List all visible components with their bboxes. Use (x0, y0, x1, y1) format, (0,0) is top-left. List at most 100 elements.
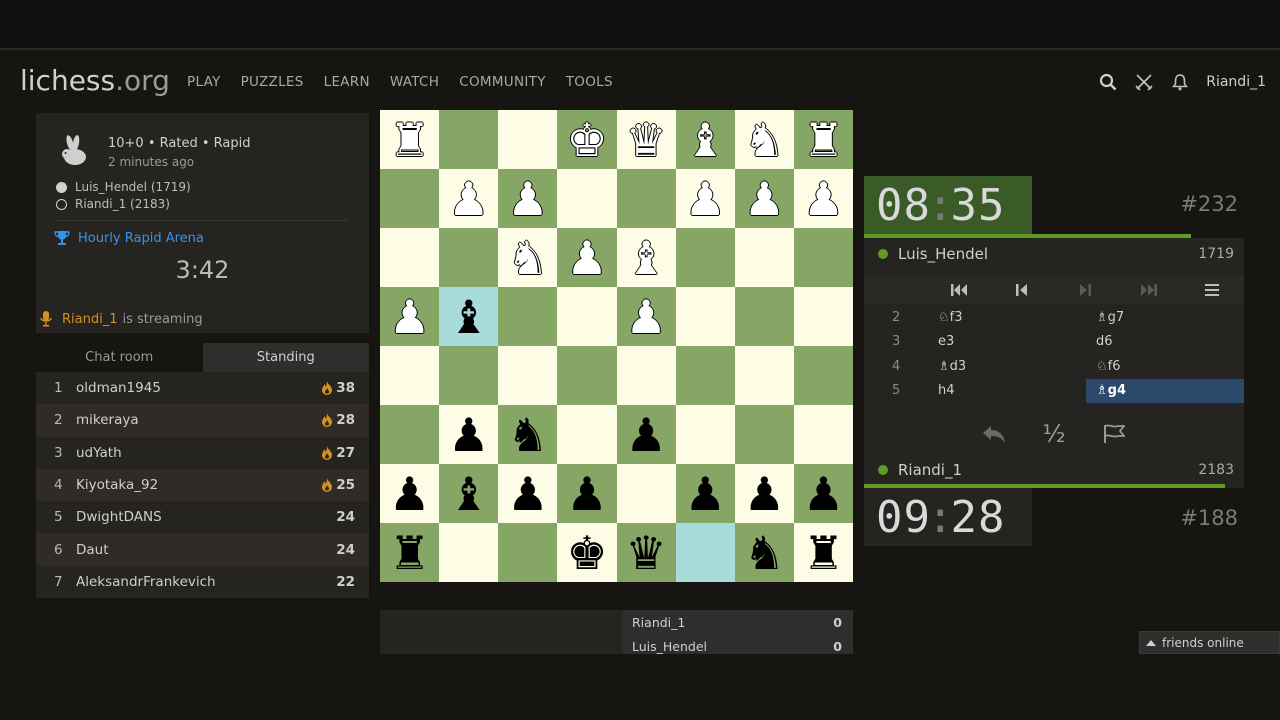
board-square[interactable]: ♝ (439, 287, 499, 346)
board-square[interactable]: ♟ (793, 169, 853, 228)
board-square[interactable] (616, 169, 676, 228)
white-move[interactable]: ♘f3 (928, 305, 1086, 330)
current-move[interactable]: ♗g4 (1086, 378, 1244, 403)
board-square[interactable]: ♜ (793, 110, 853, 169)
board-square[interactable] (793, 287, 853, 346)
black-pawn-icon[interactable]: ♟ (744, 471, 785, 517)
nav-watch[interactable]: WATCH (390, 74, 439, 90)
chess-board[interactable]: ♜ ♚ ♛ ♝ ♞ ♜ ♟ ♟ ♟ ♟ ♟ ♞ ♟ ♝ ♟ ♝ ♟ ♟ ♞ ♟ ♟ ♝ ♟ ♟ ♟ ♟ ♟ ♜ ♚ ♛ ♞ ♜ (380, 110, 853, 582)
board-square[interactable] (734, 287, 794, 346)
white-pawn-icon[interactable]: ♟ (744, 176, 785, 222)
board-square[interactable]: ♞ (734, 110, 794, 169)
black-knight-icon[interactable]: ♞ (744, 530, 785, 576)
black-pawn-icon[interactable]: ♟ (803, 471, 844, 517)
nav-community[interactable]: COMMUNITY (459, 74, 546, 90)
white-pawn-icon[interactable]: ♟ (389, 294, 430, 340)
board-square[interactable]: ♟ (380, 464, 440, 523)
board-square[interactable] (557, 405, 617, 464)
black-pawn-icon[interactable]: ♟ (685, 471, 726, 517)
black-rook-icon[interactable]: ♜ (389, 530, 430, 576)
next-move-icon[interactable] (1075, 280, 1095, 300)
player-line[interactable]: Riandi_1 2183 (878, 461, 1234, 479)
board-square[interactable] (380, 228, 440, 287)
board-square[interactable] (734, 346, 794, 405)
board-square[interactable]: ♞ (498, 405, 558, 464)
board-square[interactable]: ♚ (557, 523, 617, 582)
black-move[interactable]: ♗g7 (1086, 305, 1244, 330)
board-square[interactable] (380, 169, 440, 228)
white-rook-icon[interactable]: ♜ (803, 117, 844, 163)
white-bishop-icon[interactable]: ♝ (625, 235, 666, 281)
white-queen-icon[interactable]: ♛ (625, 117, 666, 163)
bell-icon[interactable] (1162, 72, 1198, 92)
board-square[interactable] (675, 228, 735, 287)
board-square[interactable] (380, 346, 440, 405)
standing-row[interactable]: 1 oldman1945 38 (36, 372, 369, 405)
board-square[interactable]: ♟ (439, 169, 499, 228)
black-pawn-icon[interactable]: ♟ (625, 412, 666, 458)
board-square[interactable] (675, 405, 735, 464)
board-square[interactable]: ♝ (616, 228, 676, 287)
nav-tools[interactable]: TOOLS (566, 74, 613, 90)
board-square[interactable] (498, 287, 558, 346)
arena-link[interactable]: Hourly Rapid Arena (54, 230, 204, 246)
standing-row[interactable]: 2 mikeraya 28 (36, 404, 369, 437)
tab-standing[interactable]: Standing (202, 343, 369, 372)
resign-flag-icon[interactable] (1100, 420, 1128, 448)
board-square[interactable]: ♟ (439, 405, 499, 464)
white-king-icon[interactable]: ♚ (566, 117, 607, 163)
board-square[interactable]: ♟ (675, 464, 735, 523)
board-square[interactable] (439, 346, 499, 405)
white-pawn-icon[interactable]: ♟ (625, 294, 666, 340)
crosstable-row[interactable]: Riandi_1 0 (632, 615, 842, 630)
board-square[interactable]: ♝ (675, 110, 735, 169)
board-square[interactable] (380, 405, 440, 464)
white-pawn-icon[interactable]: ♟ (448, 176, 489, 222)
board-square[interactable] (557, 287, 617, 346)
black-pawn-icon[interactable]: ♟ (566, 471, 607, 517)
board-square[interactable]: ♜ (793, 523, 853, 582)
white-knight-icon[interactable]: ♞ (744, 117, 785, 163)
nav-learn[interactable]: LEARN (324, 74, 370, 90)
crossed-swords-icon[interactable] (1126, 72, 1162, 92)
standing-row[interactable]: 7 AleksandrFrankevich 22 (36, 565, 369, 599)
board-square[interactable] (498, 346, 558, 405)
board-square[interactable] (439, 523, 499, 582)
lichess-logo[interactable]: lichess.org (20, 64, 170, 97)
black-move[interactable]: d6 (1086, 330, 1244, 355)
first-move-icon[interactable] (949, 280, 969, 300)
user-menu[interactable]: Riandi_1 (1206, 74, 1266, 90)
board-square[interactable]: ♝ (439, 464, 499, 523)
board-square[interactable] (675, 346, 735, 405)
board-square[interactable]: ♟ (557, 228, 617, 287)
board-square[interactable] (498, 523, 558, 582)
offer-draw-button[interactable]: ½ (1040, 420, 1068, 448)
board-square[interactable] (557, 346, 617, 405)
board-square[interactable]: ♞ (734, 523, 794, 582)
black-pawn-icon[interactable]: ♟ (448, 412, 489, 458)
board-square[interactable]: ♟ (498, 169, 558, 228)
standing-row[interactable]: 3 udYath 27 (36, 436, 369, 469)
board-square[interactable]: ♜ (380, 110, 440, 169)
board-square[interactable]: ♜ (380, 523, 440, 582)
black-player-entry[interactable]: Riandi_1 (2183) (56, 197, 170, 211)
white-move[interactable]: e3 (928, 330, 1086, 355)
white-pawn-icon[interactable]: ♟ (566, 235, 607, 281)
black-pawn-icon[interactable]: ♟ (389, 471, 430, 517)
white-rook-icon[interactable]: ♜ (389, 117, 430, 163)
black-pawn-icon[interactable]: ♟ (507, 471, 548, 517)
board-square[interactable] (616, 346, 676, 405)
board-square[interactable]: ♟ (498, 464, 558, 523)
black-queen-icon[interactable]: ♛ (625, 530, 666, 576)
board-square[interactable]: ♛ (616, 110, 676, 169)
white-move[interactable]: h4 (928, 379, 1086, 404)
black-bishop-icon[interactable]: ♝ (448, 294, 489, 340)
standing-row[interactable]: 5 DwightDANS 24 (36, 501, 369, 534)
nav-play[interactable]: PLAY (187, 74, 221, 90)
white-pawn-icon[interactable]: ♟ (685, 176, 726, 222)
black-bishop-icon[interactable]: ♝ (448, 471, 489, 517)
board-square[interactable] (734, 228, 794, 287)
board-square[interactable] (675, 287, 735, 346)
board-square[interactable] (793, 405, 853, 464)
board-square[interactable]: ♟ (793, 464, 853, 523)
